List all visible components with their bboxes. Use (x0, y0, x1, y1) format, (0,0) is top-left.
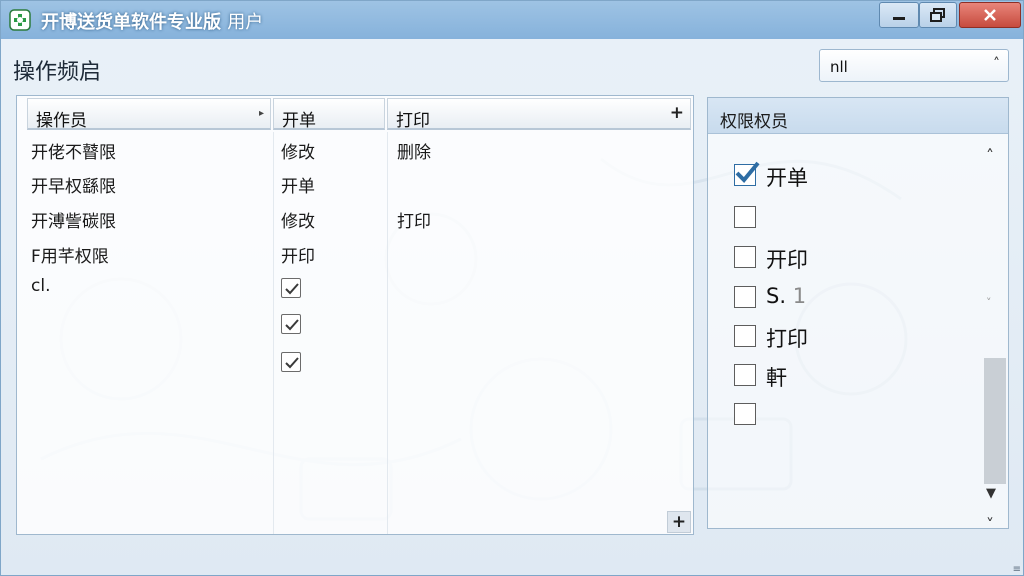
resize-grip-icon[interactable]: ≡ (1013, 564, 1021, 575)
grid-header: 操作员 ▸ 开单 打印 + (27, 98, 691, 131)
dropdown-value: nll (830, 58, 848, 76)
permissions-scrollbar[interactable]: ˄ ˅ ▼ ˅ (982, 140, 1006, 534)
column-header-label: 开单 (282, 111, 316, 131)
grid-checkbox[interactable] (281, 314, 301, 334)
app-window: 开博送货单软件专业版 用户 操作频启 nll ˄ 操作员 ▸ 开单 打印 + 开… (0, 0, 1024, 576)
checkmark-icon (285, 357, 299, 369)
window-title: 开博送货单软件专业版 用户 (41, 8, 263, 34)
app-name: 开博送货单软件专业版 (41, 12, 221, 33)
table-cell: cl. (31, 276, 51, 296)
table-cell: 开单 (281, 177, 315, 197)
chevron-down-icon[interactable]: ˅ (986, 515, 994, 534)
table-cell: F用芊权限 (31, 247, 109, 267)
column-divider (387, 132, 388, 534)
table-cell: 开佬不瞽限 (31, 143, 116, 163)
minimize-button[interactable] (879, 2, 919, 28)
sort-arrow-icon: ▸ (258, 108, 264, 119)
permission-label-extra: 1 (792, 284, 807, 308)
chevron-up-icon: ˄ (993, 56, 1000, 72)
app-logo-icon (9, 9, 31, 31)
column-header-operator[interactable]: 操作员 ▸ (27, 98, 271, 131)
checkmark-icon (285, 283, 299, 295)
column-header-label: 操作员 (36, 111, 87, 131)
permission-checkbox[interactable] (734, 246, 756, 268)
close-icon (984, 9, 996, 21)
permission-label-text: S. (766, 284, 787, 308)
table-cell: 开早权繇限 (31, 177, 116, 197)
window-subtitle: 用户 (227, 12, 264, 33)
chevron-down-small-icon: ˅ (986, 296, 992, 309)
checkmark-icon (285, 319, 299, 331)
checkmark-icon (735, 161, 760, 183)
operator-grid: 操作员 ▸ 开单 打印 + 开佬不瞽限 修改 删除 开早权繇限 开单 开溥訾碳限… (16, 95, 694, 535)
title-bar: 开博送货单软件专业版 用户 (1, 1, 1023, 39)
restore-button[interactable] (919, 2, 957, 28)
column-divider (273, 132, 274, 534)
minimize-icon (893, 17, 905, 20)
permission-label: 軒 (766, 366, 787, 390)
permission-checkbox[interactable] (734, 286, 756, 308)
arrow-down-icon[interactable]: ▼ (986, 486, 996, 501)
permissions-panel: 权限权员 开单 开印 S. 1 打印 軒 ˄ ˅ ▼ ˅ (707, 97, 1009, 534)
table-cell: 删除 (397, 143, 431, 163)
table-cell: 开印 (281, 247, 315, 267)
section-title: 操作频启 (13, 60, 102, 85)
scrollbar-thumb[interactable] (984, 358, 1006, 484)
add-row-button[interactable]: + (667, 511, 691, 533)
permission-label: S. 1 (766, 284, 806, 308)
column-header-print[interactable]: 打印 + (387, 98, 691, 131)
column-header-label: 打印 (396, 111, 430, 131)
table-cell: 打印 (397, 212, 431, 232)
permission-checkbox[interactable] (734, 206, 756, 228)
table-cell: 修改 (281, 212, 315, 232)
column-header-open-order[interactable]: 开单 (273, 98, 385, 131)
permissions-header: 权限权员 (708, 98, 1008, 134)
restore-icon (930, 8, 945, 22)
grid-checkbox[interactable] (281, 278, 301, 298)
close-button[interactable] (959, 2, 1021, 28)
permission-checkbox[interactable] (734, 403, 756, 425)
chevron-up-icon[interactable]: ˄ (986, 146, 994, 165)
permission-checkbox[interactable] (734, 364, 756, 386)
permission-checkbox[interactable] (734, 325, 756, 347)
user-select-dropdown[interactable]: nll ˄ (819, 49, 1009, 82)
permission-label: 打印 (766, 327, 808, 351)
add-column-icon[interactable]: + (670, 103, 684, 123)
table-cell: 开溥訾碳限 (31, 212, 116, 232)
permission-label: 开印 (766, 248, 808, 272)
permission-checkbox[interactable] (734, 161, 760, 186)
permission-label: 开单 (766, 166, 808, 190)
table-cell: 修改 (281, 143, 315, 163)
grid-checkbox[interactable] (281, 352, 301, 372)
